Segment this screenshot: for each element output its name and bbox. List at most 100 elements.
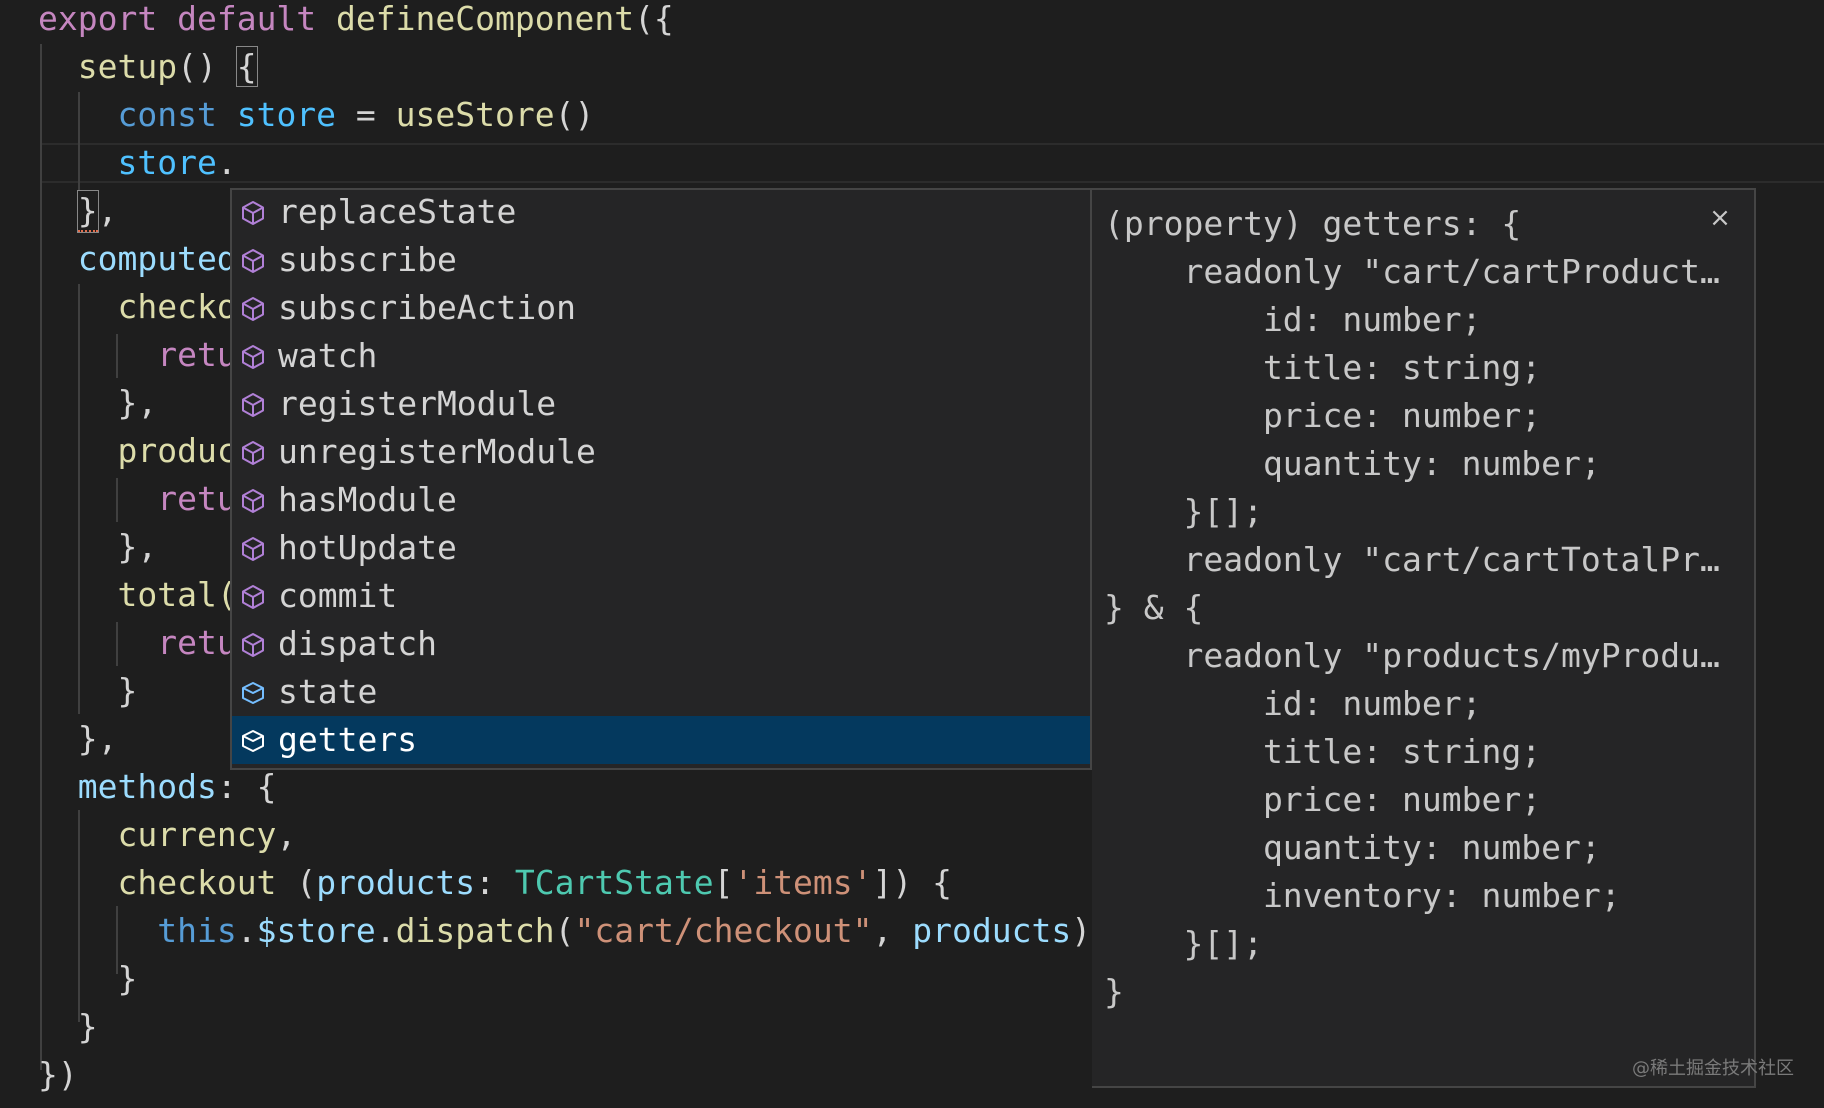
suggestion-item-selected[interactable]: getters [232,716,1090,764]
code-token: retu [157,623,237,662]
suggestion-item[interactable]: dispatch [232,620,1090,668]
watermark: @稀土掘金技术社区 [1632,1058,1794,1079]
code-token: defineComponent [336,0,635,38]
code-token: }, [38,383,158,422]
suggestion-item[interactable]: state [232,668,1090,716]
details-line: price: number; [1104,396,1542,435]
method-cube-icon [242,537,264,561]
code-token: methods [77,767,217,806]
code-line-21: } [38,955,137,1003]
code-token: products [316,863,476,902]
suggestion-item[interactable]: subscribe [232,236,1090,284]
code-token: [ [713,863,734,902]
code-token: ( [276,863,317,902]
code-token: ) [1071,911,1092,950]
code-token: default [177,0,317,38]
details-line: } & { [1104,588,1204,627]
suggestion-label: replaceState [278,192,517,231]
code-line-22: } [38,1003,98,1051]
suggestion-label: subscribeAction [278,288,577,327]
suggestion-item[interactable]: hasModule [232,476,1090,524]
code-token: } [38,959,138,998]
suggestion-label: subscribe [278,240,457,279]
details-line: id: number; [1104,684,1482,723]
method-cube-icon [242,249,264,273]
suggestion-label: dispatch [278,624,437,663]
suggestion-item[interactable]: watch [232,332,1090,380]
details-line: quantity: number; [1104,828,1601,867]
details-line: title: string; [1104,732,1542,771]
details-line: readonly "cart/cartProduct… [1104,252,1720,291]
suggestion-item[interactable]: unregisterModule [232,428,1090,476]
suggestion-details-panel: × (property) getters: { readonly "cart/c… [1092,188,1756,1088]
details-line: price: number; [1104,780,1542,819]
code-token: total( [117,575,237,614]
code-token: ( [554,911,575,950]
details-line: readonly "products/myProdu… [1104,636,1720,675]
code-token: export [38,0,158,38]
suggestion-label: watch [278,336,378,375]
close-icon[interactable]: × [1706,204,1734,232]
method-cube-icon [242,297,264,321]
suggestion-item[interactable]: commit [232,572,1090,620]
code-token: . [236,911,257,950]
code-line-11: retu [38,475,237,523]
method-cube-icon [242,441,264,465]
code-token: retu [157,335,237,374]
code-token: retu [157,479,237,518]
suggestion-item[interactable]: registerModule [232,380,1090,428]
suggestion-item[interactable]: replaceState [232,188,1090,236]
details-line: quantity: number; [1104,444,1601,483]
code-line-15: } [38,667,137,715]
details-line: (property) getters: { [1104,204,1522,243]
code-line-20: this.$store.dispatch("cart/checkout", pr… [38,907,1091,955]
code-token: const [117,95,217,134]
code-token: . [216,143,237,182]
code-line-12: }, [38,523,157,571]
details-line: readonly "cart/cartTotalPr… [1104,540,1720,579]
suggestion-label: unregisterModule [278,432,596,471]
details-line: inventory: number; [1104,876,1621,915]
code-token: ]) { [872,863,953,902]
details-line: }[]; [1104,924,1263,963]
code-token: store [236,95,337,134]
suggestion-item[interactable]: hotUpdate [232,524,1090,572]
details-line: }[]; [1104,492,1263,531]
code-line-14: retu [38,619,237,667]
suggestion-label: getters [278,720,418,759]
code-line-6: computed [38,235,237,283]
suggestion-label: registerModule [278,384,557,423]
code-token: this [157,911,237,950]
code-token: () [177,47,237,86]
code-token: }, [38,527,158,566]
method-cube-icon [242,201,264,225]
details-line: title: string; [1104,348,1542,387]
code-token: }, [38,719,118,758]
code-line-5: }, [38,187,118,235]
code-token: } [38,671,138,710]
method-cube-icon [242,345,264,369]
suggestion-list[interactable]: replaceState subscribe subscribeAction w… [230,188,1092,770]
code-token: useStore [395,95,555,134]
code-line-8: retu [38,331,237,379]
code-token: 'items' [733,863,873,902]
code-line-2: setup() { [38,43,258,91]
code-token: , [97,191,118,230]
code-line-10: produc [38,427,236,475]
suggestion-item[interactable]: subscribeAction [232,284,1090,332]
code-token: . [375,911,396,950]
code-line-13: total( [38,571,237,619]
